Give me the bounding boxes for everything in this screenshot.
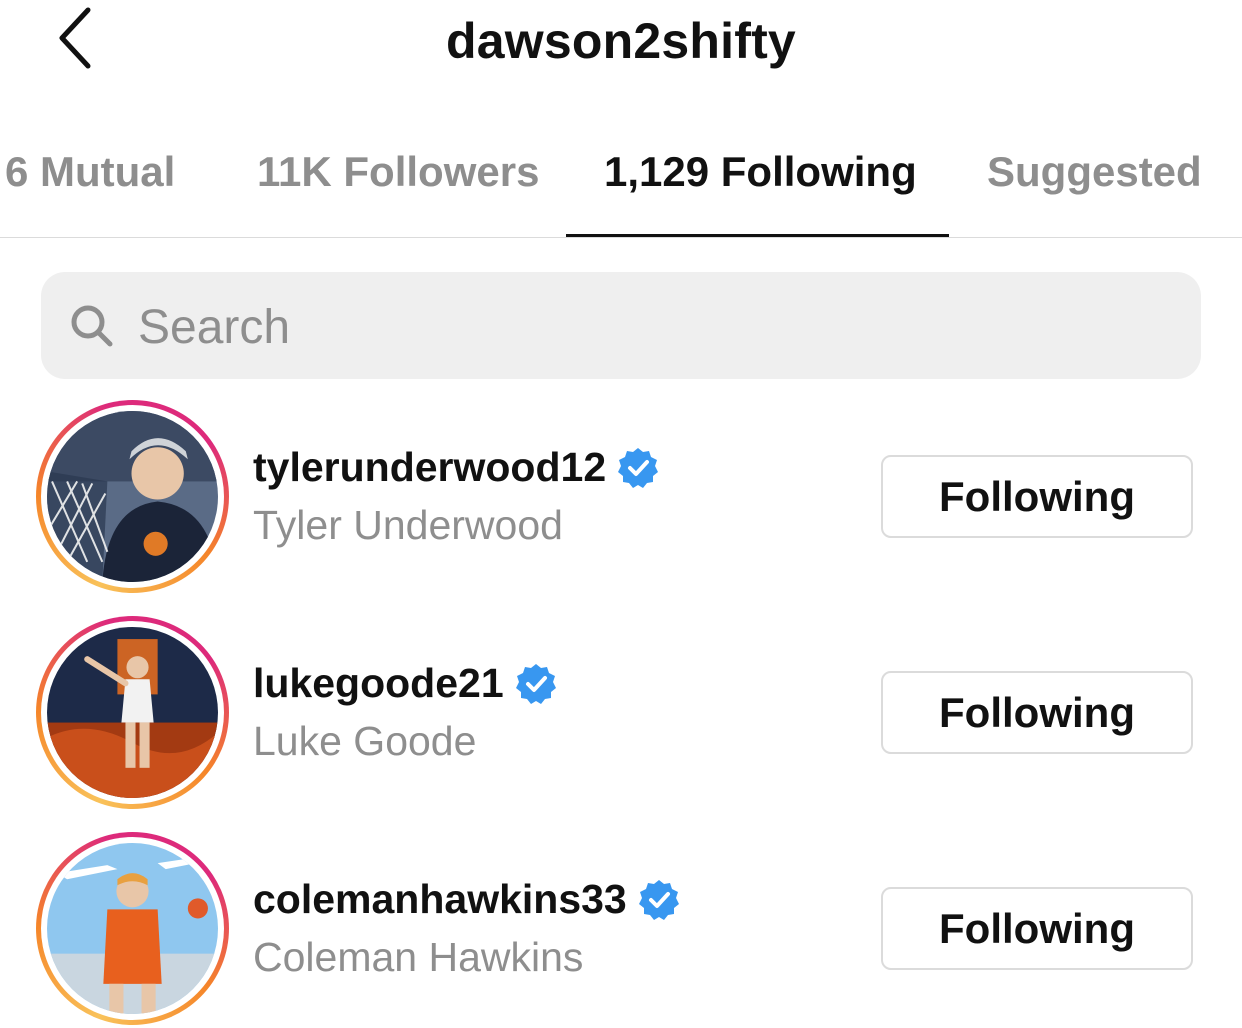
search-input[interactable]: Search — [138, 300, 290, 355]
following-button[interactable]: Following — [881, 887, 1193, 970]
avatar[interactable] — [36, 400, 229, 593]
full-name: Coleman Hawkins — [253, 934, 584, 980]
list-item: tylerunderwood12 Tyler Underwood Followi… — [0, 400, 1242, 600]
active-tab-indicator — [566, 234, 949, 237]
avatar-image — [47, 411, 218, 582]
tab-followers[interactable]: 11K Followers — [257, 148, 539, 196]
verified-badge-icon — [618, 447, 659, 488]
tab-suggested[interactable]: Suggested — [987, 148, 1202, 196]
avatar[interactable] — [36, 832, 229, 1025]
avatar-image — [47, 627, 218, 798]
list-item: lukegoode21 Luke Goode Following — [0, 616, 1242, 816]
following-button[interactable]: Following — [881, 455, 1193, 538]
avatar[interactable] — [36, 616, 229, 809]
following-button[interactable]: Following — [881, 671, 1193, 754]
tab-following[interactable]: 1,129 Following — [604, 148, 917, 196]
verified-badge-icon — [638, 879, 679, 920]
search-bar[interactable]: Search — [41, 272, 1201, 379]
tab-bar: 6 Mutual 11K Followers 1,129 Following S… — [0, 130, 1242, 238]
avatar-image — [47, 843, 218, 1014]
tab-mutual[interactable]: 6 Mutual — [5, 148, 175, 196]
top-bar: dawson2shifty — [0, 0, 1242, 90]
full-name: Tyler Underwood — [253, 502, 563, 548]
full-name: Luke Goode — [253, 718, 477, 764]
username[interactable]: lukegoode21 — [253, 660, 504, 707]
username[interactable]: tylerunderwood12 — [253, 444, 606, 491]
search-icon — [71, 305, 113, 347]
username[interactable]: colemanhawkins33 — [253, 876, 627, 923]
page-title: dawson2shifty — [446, 13, 796, 69]
list-item: colemanhawkins33 Coleman Hawkins Followi… — [0, 832, 1242, 1028]
verified-badge-icon — [515, 663, 556, 704]
